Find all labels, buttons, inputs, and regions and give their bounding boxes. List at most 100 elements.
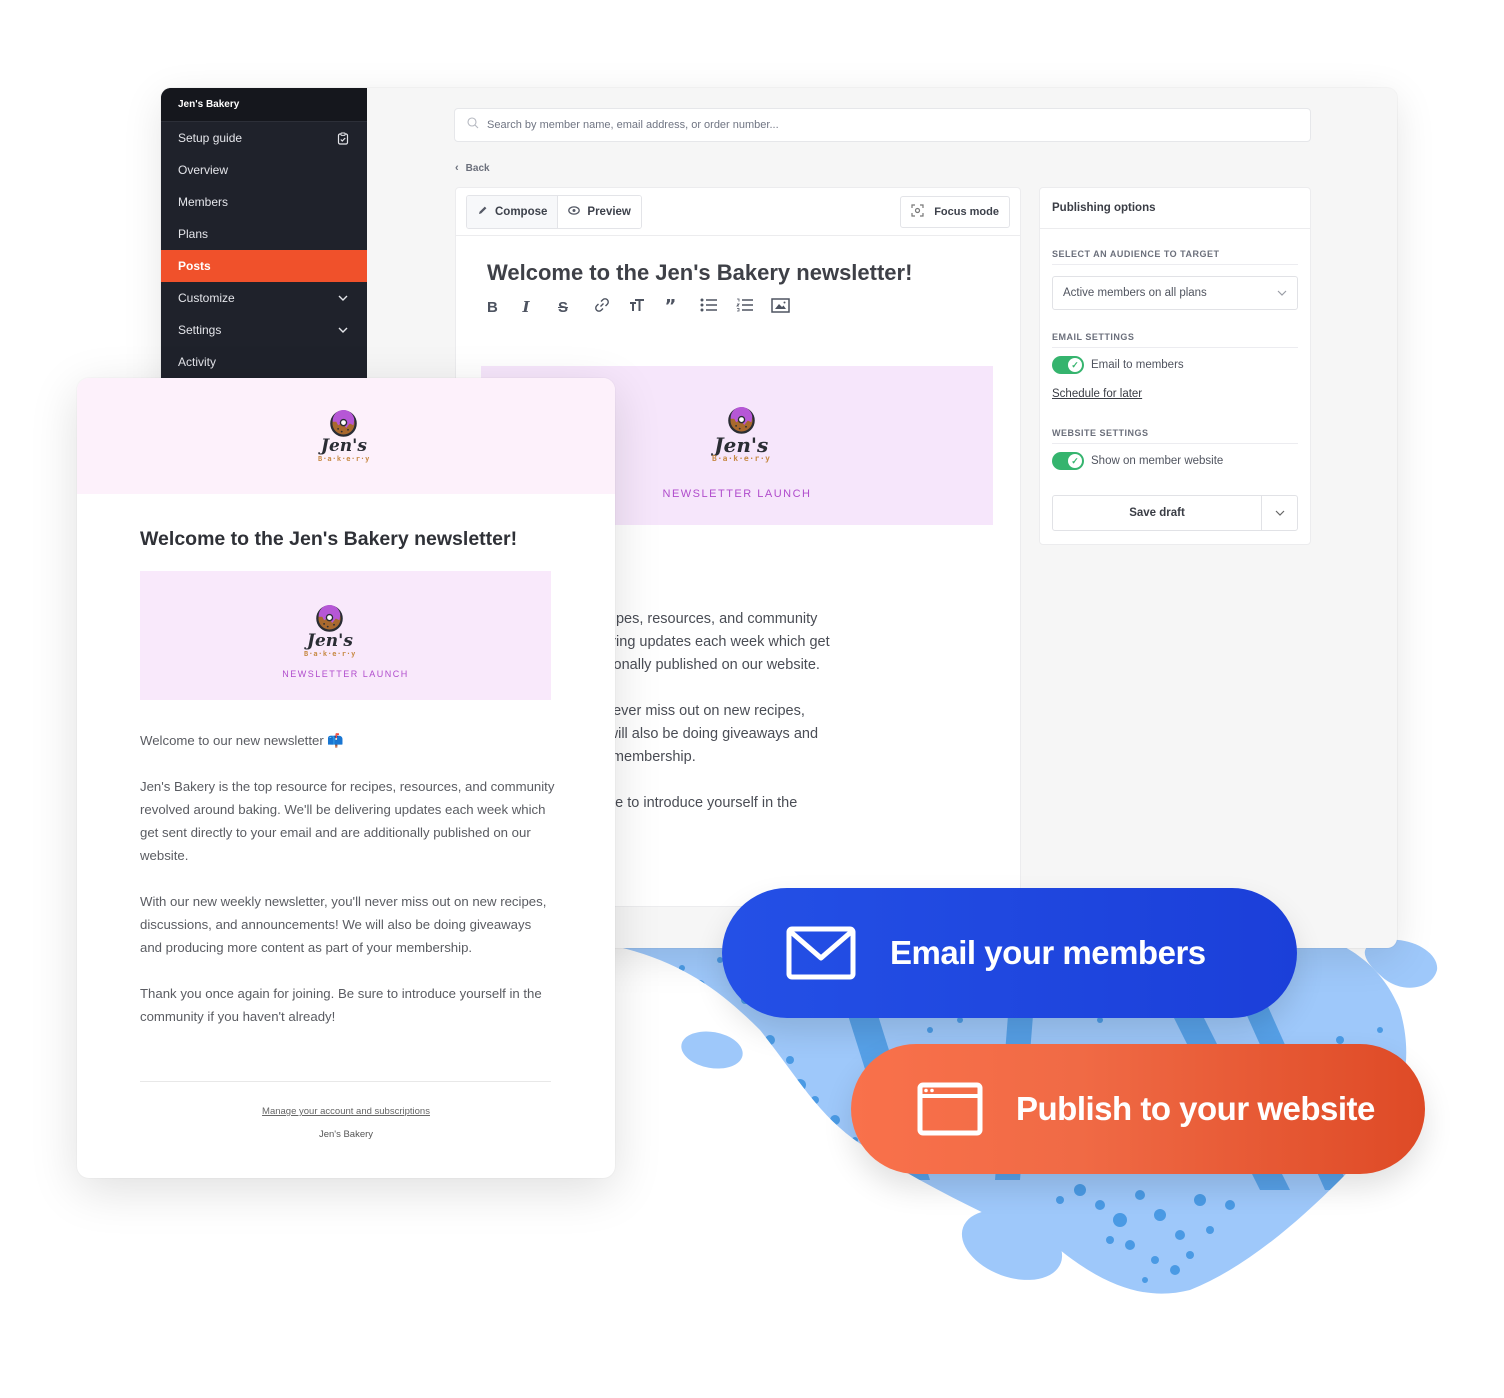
search-icon bbox=[467, 116, 479, 134]
bulleted-list-button[interactable] bbox=[698, 296, 734, 318]
logo-subtitle: B·a·k·e·r·y bbox=[318, 455, 370, 463]
eye-icon bbox=[568, 205, 581, 218]
chevron-down-icon bbox=[336, 323, 350, 337]
italic-button[interactable]: I bbox=[521, 296, 557, 318]
schedule-for-later-link[interactable]: Schedule for later bbox=[1052, 388, 1142, 400]
email-settings-label: EMAIL SETTINGS bbox=[1052, 332, 1298, 348]
sidebar-item-settings[interactable]: Settings bbox=[161, 314, 367, 346]
blob-drop bbox=[681, 1031, 743, 1069]
email-your-members-callout: Email your members bbox=[722, 888, 1297, 1018]
audience-section-label: SELECT AN AUDIENCE TO TARGET bbox=[1052, 249, 1298, 265]
focus-icon bbox=[911, 203, 924, 220]
email-to-members-row: ✓ Email to members bbox=[1052, 356, 1184, 374]
manage-account-link[interactable]: Manage your account and subscriptions bbox=[77, 1106, 615, 1117]
email-body: Welcome to our new newsletter 📫 Jen's Ba… bbox=[140, 729, 555, 1051]
pencil-icon bbox=[477, 205, 488, 219]
link-button[interactable] bbox=[592, 296, 628, 318]
tab-preview[interactable]: Preview bbox=[558, 195, 641, 228]
save-draft-button[interactable]: Save draft bbox=[1053, 496, 1262, 530]
numbered-list-button[interactable] bbox=[734, 296, 770, 318]
numbered-list-icon bbox=[735, 298, 754, 316]
quote-icon: ” bbox=[664, 296, 677, 317]
bakery-logo: Jen's B·a·k·e·r·y bbox=[304, 605, 356, 658]
check-icon: ✓ bbox=[1068, 454, 1082, 468]
bakery-logo: Jen's B·a·k·e·r·y bbox=[712, 407, 770, 463]
sidebar-item-label: Setup guide bbox=[178, 131, 243, 145]
donut-icon bbox=[316, 605, 344, 632]
show-on-website-toggle[interactable]: ✓ bbox=[1052, 452, 1084, 470]
strikethrough-icon: S bbox=[558, 298, 569, 316]
email-paragraph: Welcome to our new newsletter 📫 bbox=[140, 733, 344, 748]
search-bar[interactable] bbox=[454, 108, 1311, 142]
strikethrough-button[interactable]: S bbox=[556, 296, 592, 318]
email-paragraph: With our new weekly newsletter, you'll n… bbox=[140, 894, 547, 955]
link-icon bbox=[594, 297, 610, 317]
sidebar-item-setup-guide[interactable]: Setup guide bbox=[161, 122, 367, 154]
save-draft-split-button: Save draft bbox=[1052, 495, 1298, 531]
search-input[interactable] bbox=[487, 119, 1187, 131]
email-divider bbox=[140, 1081, 551, 1082]
audience-select[interactable]: Active members on all plans bbox=[1052, 276, 1298, 310]
email-header: Jen's B·a·k·e·r·y bbox=[77, 378, 615, 494]
bulleted-list-icon bbox=[700, 298, 718, 316]
sidebar-item-label: Plans bbox=[178, 227, 209, 241]
callout-label: Publish to your website bbox=[1016, 1090, 1375, 1127]
logo-subtitle: B·a·k·e·r·y bbox=[304, 650, 356, 658]
tab-label: Preview bbox=[587, 205, 631, 218]
chevron-left-icon: ‹ bbox=[455, 162, 459, 174]
browser-window-icon bbox=[917, 1082, 983, 1136]
quote-button[interactable]: ” bbox=[663, 296, 699, 318]
envelope-icon bbox=[786, 926, 856, 980]
bakery-logo: Jen's B·a·k·e·r·y bbox=[318, 410, 370, 463]
publish-to-website-callout: Publish to your website bbox=[851, 1044, 1425, 1174]
sidebar-item-members[interactable]: Members bbox=[161, 186, 367, 218]
website-settings-label: WEBSITE SETTINGS bbox=[1052, 428, 1298, 444]
chevron-down-icon bbox=[336, 291, 350, 305]
chevron-down-icon bbox=[1275, 508, 1285, 519]
sidebar-item-label: Settings bbox=[178, 323, 222, 337]
focus-mode-button[interactable]: Focus mode bbox=[900, 195, 1010, 228]
donut-icon bbox=[330, 410, 358, 437]
post-title-input[interactable]: Welcome to the Jen's Bakery newsletter! bbox=[487, 260, 912, 286]
sidebar-item-customize[interactable]: Customize bbox=[161, 282, 367, 314]
show-on-website-row: ✓ Show on member website bbox=[1052, 452, 1223, 470]
email-banner-image: Jen's B·a·k·e·r·y NEWSLETTER LAUNCH bbox=[140, 571, 551, 700]
donut-icon bbox=[727, 407, 755, 434]
chevron-down-icon bbox=[1277, 287, 1287, 299]
text-size-icon bbox=[629, 298, 645, 316]
toggle-label: Email to members bbox=[1091, 359, 1184, 371]
bold-button[interactable]: B bbox=[485, 296, 521, 318]
publishing-options-panel: Publishing options SELECT AN AUDIENCE TO… bbox=[1039, 187, 1311, 545]
clipboard-check-icon bbox=[336, 131, 350, 145]
sidebar-item-label: Customize bbox=[178, 291, 235, 305]
tab-compose[interactable]: Compose bbox=[467, 195, 559, 228]
panel-title: Publishing options bbox=[1040, 188, 1310, 229]
check-icon: ✓ bbox=[1068, 358, 1082, 372]
toggle-label: Show on member website bbox=[1091, 455, 1224, 467]
text-size-button[interactable] bbox=[627, 296, 663, 318]
email-preview-card: Jen's B·a·k·e·r·y Welcome to the Jen's B… bbox=[77, 378, 615, 1178]
sidebar-item-overview[interactable]: Overview bbox=[161, 154, 367, 186]
email-title: Welcome to the Jen's Bakery newsletter! bbox=[140, 528, 518, 550]
sidebar-item-posts[interactable]: Posts bbox=[161, 250, 367, 282]
image-button[interactable] bbox=[769, 296, 805, 318]
email-footer-brand: Jen's Bakery bbox=[318, 1129, 374, 1140]
audience-value: Active members on all plans bbox=[1063, 287, 1207, 299]
italic-icon: I bbox=[522, 298, 530, 316]
sidebar-item-label: Activity bbox=[178, 355, 217, 369]
back-link[interactable]: ‹ Back bbox=[455, 162, 490, 174]
sidebar-item-plans[interactable]: Plans bbox=[161, 218, 367, 250]
logo-subtitle: B·a·k·e·r·y bbox=[712, 454, 771, 463]
sidebar-item-label: Members bbox=[178, 195, 229, 209]
sidebar-item-activity[interactable]: Activity bbox=[161, 346, 367, 378]
sidebar-item-label: Overview bbox=[178, 163, 229, 177]
email-paragraph: Jen's Bakery is the top resource for rec… bbox=[140, 779, 555, 863]
save-options-dropdown[interactable] bbox=[1262, 496, 1297, 530]
email-to-members-toggle[interactable]: ✓ bbox=[1052, 356, 1084, 374]
back-label: Back bbox=[465, 162, 490, 174]
manage-account-label[interactable]: Manage your account and subscriptions bbox=[262, 1106, 430, 1117]
editor-toolbar: Compose Preview Focus mode bbox=[456, 188, 1020, 236]
logo-wordmark: Jen's bbox=[320, 436, 367, 456]
logo-wordmark: Jen's bbox=[714, 433, 769, 457]
focus-mode-label: Focus mode bbox=[934, 205, 999, 218]
